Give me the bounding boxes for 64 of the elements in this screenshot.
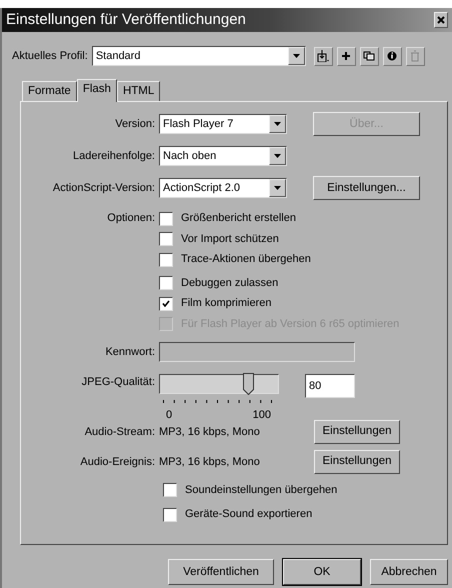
checkbox-label: Größenbericht erstellen: [181, 211, 296, 226]
dropdown-button[interactable]: [269, 147, 286, 166]
field-label: Audio-Ereignis:: [79, 454, 156, 470]
dropdown[interactable]: Nach oben: [159, 146, 287, 166]
dialog-button[interactable]: Abbrechen: [370, 559, 448, 586]
field-label: Ladereihenfolge:: [72, 149, 156, 164]
options-label: Optionen:: [106, 211, 156, 226]
field-label: Kennwort:: [104, 345, 156, 360]
info-icon: [386, 50, 398, 62]
checkbox[interactable]: [159, 232, 173, 246]
checkbox-label: Debuggen zulassen: [181, 276, 278, 291]
settings-button[interactable]: Einstellungen: [314, 420, 400, 444]
import-icon: [317, 50, 330, 62]
dialog-button[interactable]: OK: [283, 559, 361, 586]
scale-label: 0: [166, 408, 172, 424]
field-label: JPEG-Qualität:: [80, 375, 156, 390]
caret-icon: [292, 54, 300, 58]
profile-select[interactable]: Standard: [92, 46, 306, 66]
dropdown[interactable]: ActionScript 2.0: [159, 178, 287, 198]
dialog-button[interactable]: Veröffentlichen: [168, 559, 274, 586]
checkbox-label: Trace-Aktionen übergehen: [181, 252, 311, 268]
add-button[interactable]: [336, 46, 356, 66]
checkbox-label: Soundeinstellungen übergehen: [185, 482, 338, 498]
checkbox[interactable]: [163, 508, 177, 522]
field-label: Version:: [114, 117, 156, 132]
dropdown-button[interactable]: [288, 47, 305, 65]
checkbox[interactable]: [159, 296, 173, 310]
checkbox[interactable]: [159, 276, 173, 290]
checkbox-label: Geräte-Sound exportieren: [185, 507, 312, 522]
caret-icon: [274, 122, 281, 126]
slider-track[interactable]: [159, 374, 279, 394]
tab[interactable]: HTML: [116, 81, 160, 102]
window-title: Einstellungen für Veröffentlichungen: [6, 10, 246, 30]
close-button[interactable]: [434, 12, 448, 28]
close-icon: [437, 16, 445, 24]
dropdown-button[interactable]: [269, 179, 286, 198]
settings-button[interactable]: Einstellungen: [314, 450, 400, 474]
info-button[interactable]: [382, 46, 402, 66]
import-button[interactable]: [314, 46, 333, 66]
check-icon: [162, 300, 170, 307]
checkbox-label: Vor Import schützen: [181, 232, 279, 247]
checkbox[interactable]: [159, 252, 173, 266]
tab[interactable]: Formate: [22, 81, 77, 102]
audio-value: MP3, 16 kbps, Mono: [159, 454, 261, 470]
trash-icon: [409, 50, 422, 62]
field-label: ActionScript-Version:: [52, 181, 156, 196]
caret-icon: [274, 186, 281, 190]
dropdown[interactable]: Flash Player 7: [159, 114, 287, 134]
slider-thumb[interactable]: [243, 373, 254, 396]
caret-icon: [274, 154, 281, 158]
quality-field[interactable]: 80: [305, 374, 355, 398]
button[interactable]: Einstellungen...: [313, 176, 420, 200]
checkbox[interactable]: [163, 483, 177, 497]
dropdown-button[interactable]: [269, 115, 286, 134]
audio-value: MP3, 16 kbps, Mono: [159, 424, 261, 440]
scale-label: 100: [252, 408, 271, 424]
field-label: Audio-Stream:: [84, 424, 156, 440]
checkbox[interactable]: [159, 212, 173, 226]
tab[interactable]: Flash: [76, 79, 117, 102]
duplicate-icon: [363, 50, 376, 62]
duplicate-button[interactable]: [360, 46, 379, 66]
plus-icon: [340, 50, 352, 62]
profile-label: Aktuelles Profil:: [12, 48, 88, 64]
checkbox-label: Film komprimieren: [181, 296, 272, 312]
